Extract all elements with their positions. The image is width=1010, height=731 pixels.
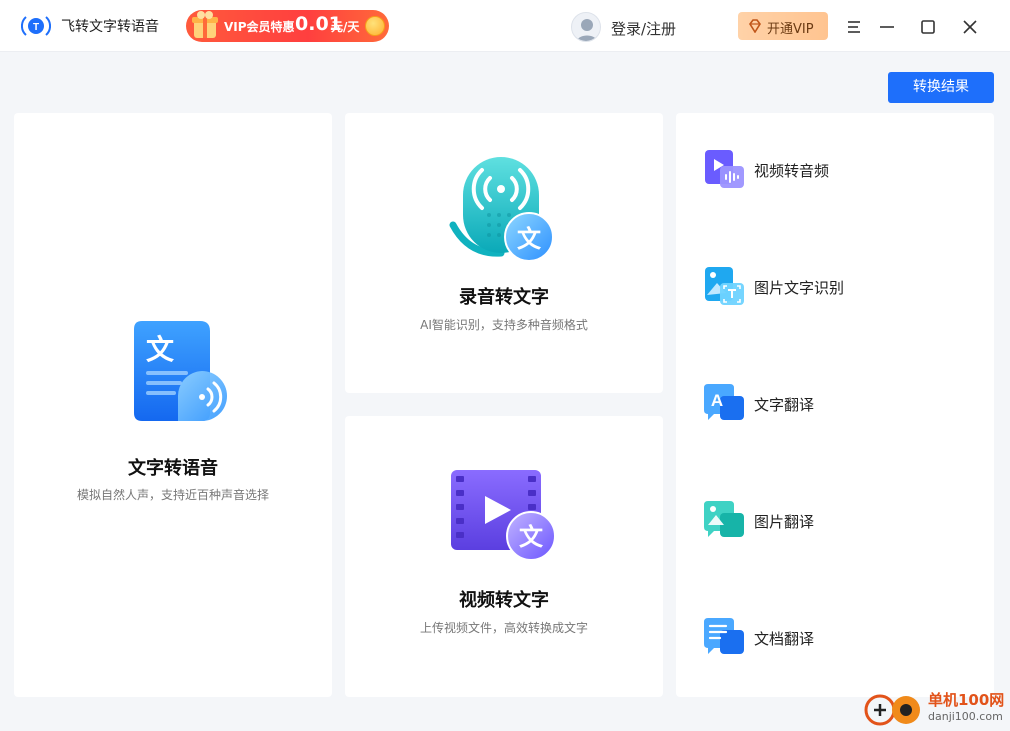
open-vip-button[interactable]: 开通VIP: [738, 12, 828, 40]
watermark-name: 单机100网: [928, 691, 1005, 709]
gift-icon: [192, 11, 218, 38]
title-bar: T 飞转文字转语音 VIP会员特惠 0.01 元/天 登录/注册 开通VIP: [0, 0, 1010, 52]
watermark-logo-icon: [864, 694, 920, 726]
menu-icon[interactable]: [843, 16, 865, 38]
document-translate-icon: [704, 618, 744, 654]
recording-to-text-card[interactable]: 文 录音转文字 AI智能识别，支持多种音频格式: [345, 113, 663, 393]
text-to-speech-desc: 模拟自然人声，支持近百种声音选择: [76, 488, 269, 502]
svg-text:T: T: [33, 22, 39, 33]
recording-to-text-title: 录音转文字: [459, 287, 549, 308]
promo-text: VIP会员特惠: [224, 20, 295, 34]
minimize-icon[interactable]: [876, 16, 898, 38]
text-to-speech-icon: 文: [134, 321, 228, 421]
video-to-text-card[interactable]: 文 视频转文字 上传视频文件，高效转换成文字: [345, 416, 663, 697]
image-ocr-icon: [705, 267, 744, 305]
close-icon[interactable]: [959, 16, 981, 38]
recording-to-text-desc: AI智能识别，支持多种音频格式: [420, 318, 588, 332]
tool-label: 文档翻译: [754, 630, 815, 648]
tool-document-translate[interactable]: 文档翻译: [702, 616, 962, 660]
tool-label: 文字翻译: [754, 396, 815, 414]
tool-label: 图片翻译: [754, 513, 815, 531]
login-register-link[interactable]: 登录/注册: [611, 18, 676, 39]
watermark-url: danji100.com: [928, 710, 1003, 723]
app-logo-icon: T: [21, 16, 51, 36]
vip-promo-banner[interactable]: VIP会员特惠 0.01 元/天: [186, 10, 389, 42]
convert-result-button[interactable]: 转换结果: [888, 72, 994, 103]
maximize-icon[interactable]: [917, 16, 939, 38]
image-translate-icon: [704, 501, 744, 537]
tool-label: 视频转音频: [754, 162, 830, 180]
coin-icon: [365, 16, 385, 36]
video-to-audio-icon: [705, 150, 744, 188]
text-to-speech-card[interactable]: 文 文字转语音 模拟自然人声，支持近百种声音选择: [14, 113, 332, 697]
user-icon: [576, 19, 598, 41]
site-watermark: 单机100网 danji100.com: [862, 688, 1008, 728]
text-translate-glyph: A: [711, 391, 723, 410]
tool-video-to-audio[interactable]: 视频转音频: [702, 148, 962, 192]
recording-to-text-icon: 文: [449, 157, 554, 262]
tool-image-translate[interactable]: 图片翻译: [702, 499, 962, 543]
video-to-text-title: 视频转文字: [459, 590, 549, 611]
recording-to-text-glyph: 文: [517, 225, 542, 253]
tool-text-translate[interactable]: A 文字翻译: [702, 382, 962, 426]
promo-unit: 元/天: [331, 20, 360, 34]
text-to-speech-glyph: 文: [146, 333, 174, 366]
open-vip-label: 开通VIP: [767, 22, 814, 37]
tool-image-ocr[interactable]: 图片文字识别: [702, 265, 962, 309]
tool-label: 图片文字识别: [754, 279, 845, 297]
video-to-text-glyph: 文: [519, 523, 544, 551]
tools-panel: 视频转音频 图片文字识别 A 文字翻译 图片翻译 文档翻译: [676, 113, 994, 697]
avatar[interactable]: [571, 12, 601, 42]
video-to-text-desc: 上传视频文件，高效转换成文字: [419, 621, 588, 635]
text-translate-icon: A: [704, 384, 744, 420]
text-to-speech-title: 文字转语音: [128, 458, 218, 479]
video-to-text-icon: 文: [451, 470, 556, 561]
app-title: 飞转文字转语音: [61, 19, 159, 35]
diamond-icon: [749, 19, 761, 33]
